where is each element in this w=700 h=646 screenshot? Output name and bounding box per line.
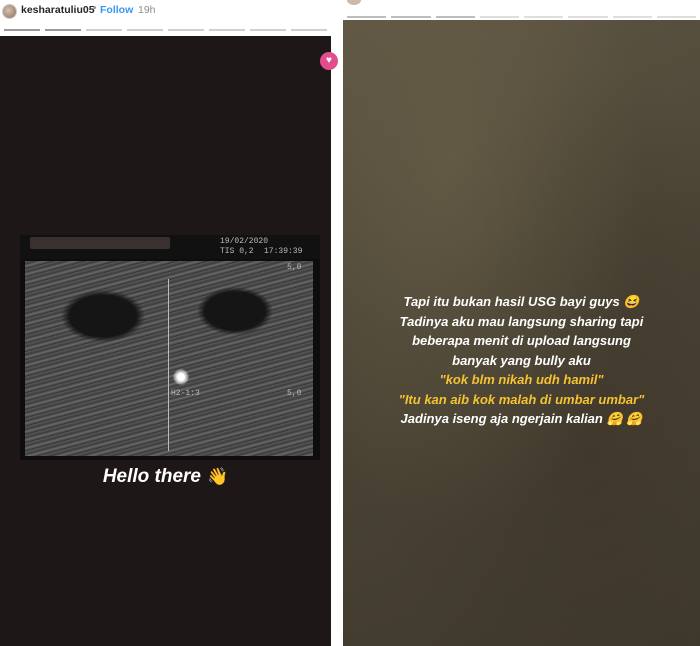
caption-line: Jadinya iseng aja ngerjain kalian 🤗 🤗 (400, 411, 643, 426)
caption-quote-line: "kok blm nikah udh hamil" (439, 372, 604, 387)
progress-segment (4, 29, 40, 31)
story-caption: Tapi itu bukan hasil USG bayi guys 😆 Tad… (343, 292, 700, 429)
reaction-heart-icon[interactable]: ♥ (320, 52, 338, 70)
story-progress-bar (347, 16, 696, 18)
probe-label: H2-1:3 (171, 389, 200, 398)
story-header-right (343, 0, 700, 20)
caption-line: banyak yang bully aku (452, 352, 591, 368)
progress-segment (435, 16, 475, 18)
progress-segment (45, 29, 81, 31)
redacted-text (30, 237, 170, 249)
progress-segment (524, 16, 564, 18)
separator-dot: • (93, 3, 97, 14)
username[interactable]: kesharatuliu05 (21, 4, 95, 16)
follow-button[interactable]: Follow (100, 4, 133, 16)
progress-segment (568, 16, 608, 18)
avatar[interactable] (2, 4, 17, 19)
progress-segment (168, 29, 204, 31)
left-story-panel: kesharatuliu05 • Follow 19h 19/02/2020 T… (0, 0, 331, 646)
progress-segment (479, 16, 519, 18)
progress-segment (86, 29, 122, 31)
caption-line: Tapi itu bukan hasil USG bayi guys 😆 (403, 294, 640, 309)
caption-line: beberapa menit di upload langsung (412, 333, 631, 348)
waving-hand-icon: 👋 (207, 467, 229, 486)
ultrasound-date: 19/02/2020 (220, 237, 269, 246)
story-header: kesharatuliu05 • Follow 19h (0, 0, 331, 36)
camera-flash-glare (173, 369, 189, 385)
progress-segment (291, 29, 327, 31)
ultrasound-photo: 19/02/2020 TIS 0,2 17:39:39 5,0 5,0 H2-1… (20, 235, 320, 460)
story-progress-bar (4, 29, 327, 31)
ultrasound-header-strip: 19/02/2020 TIS 0,2 17:39:39 (20, 235, 320, 259)
hello-sticker: Hello there 👋 (0, 466, 331, 488)
scale-label-bottom: 5,0 (287, 389, 302, 398)
progress-segment (612, 16, 652, 18)
post-age: 19h (138, 4, 156, 16)
scale-label-top: 5,0 (287, 263, 302, 272)
ultrasound-time: 17:39:39 (264, 247, 303, 256)
caption-quote-line: "Itu kan aib kok malah di umbar umbar" (398, 391, 645, 407)
progress-segment (391, 16, 431, 18)
caption-line: Tadinya aku mau langsung sharing tapi (399, 313, 644, 329)
progress-segment (347, 16, 387, 18)
progress-segment (656, 16, 696, 18)
hello-text: Hello there (102, 466, 202, 487)
avatar[interactable] (347, 0, 361, 5)
scan-divider (168, 279, 169, 451)
progress-segment (209, 29, 245, 31)
ultrasound-scan: 5,0 5,0 H2-1:3 (25, 261, 313, 456)
ultrasound-tis: TIS 0,2 (220, 247, 254, 256)
progress-segment (127, 29, 163, 31)
right-story-panel: Tapi itu bukan hasil USG bayi guys 😆 Tad… (343, 0, 700, 646)
progress-segment (250, 29, 286, 31)
